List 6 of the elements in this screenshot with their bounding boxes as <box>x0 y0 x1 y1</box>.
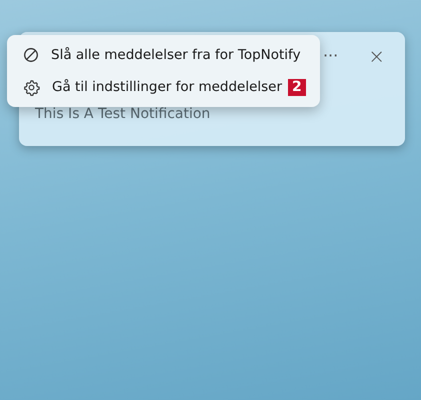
notification-message: This Is A Test Notification <box>35 106 212 122</box>
menu-item[interactable]: Gå til indstillinger for meddelelser 2 <box>11 71 316 103</box>
close-button[interactable]: × <box>360 42 393 68</box>
callout-badge: 2 <box>288 78 306 96</box>
menu-item[interactable]: Slå alle meddelelser fra for TopNotify <box>11 39 316 71</box>
more-button[interactable]: ··· <box>314 42 346 68</box>
